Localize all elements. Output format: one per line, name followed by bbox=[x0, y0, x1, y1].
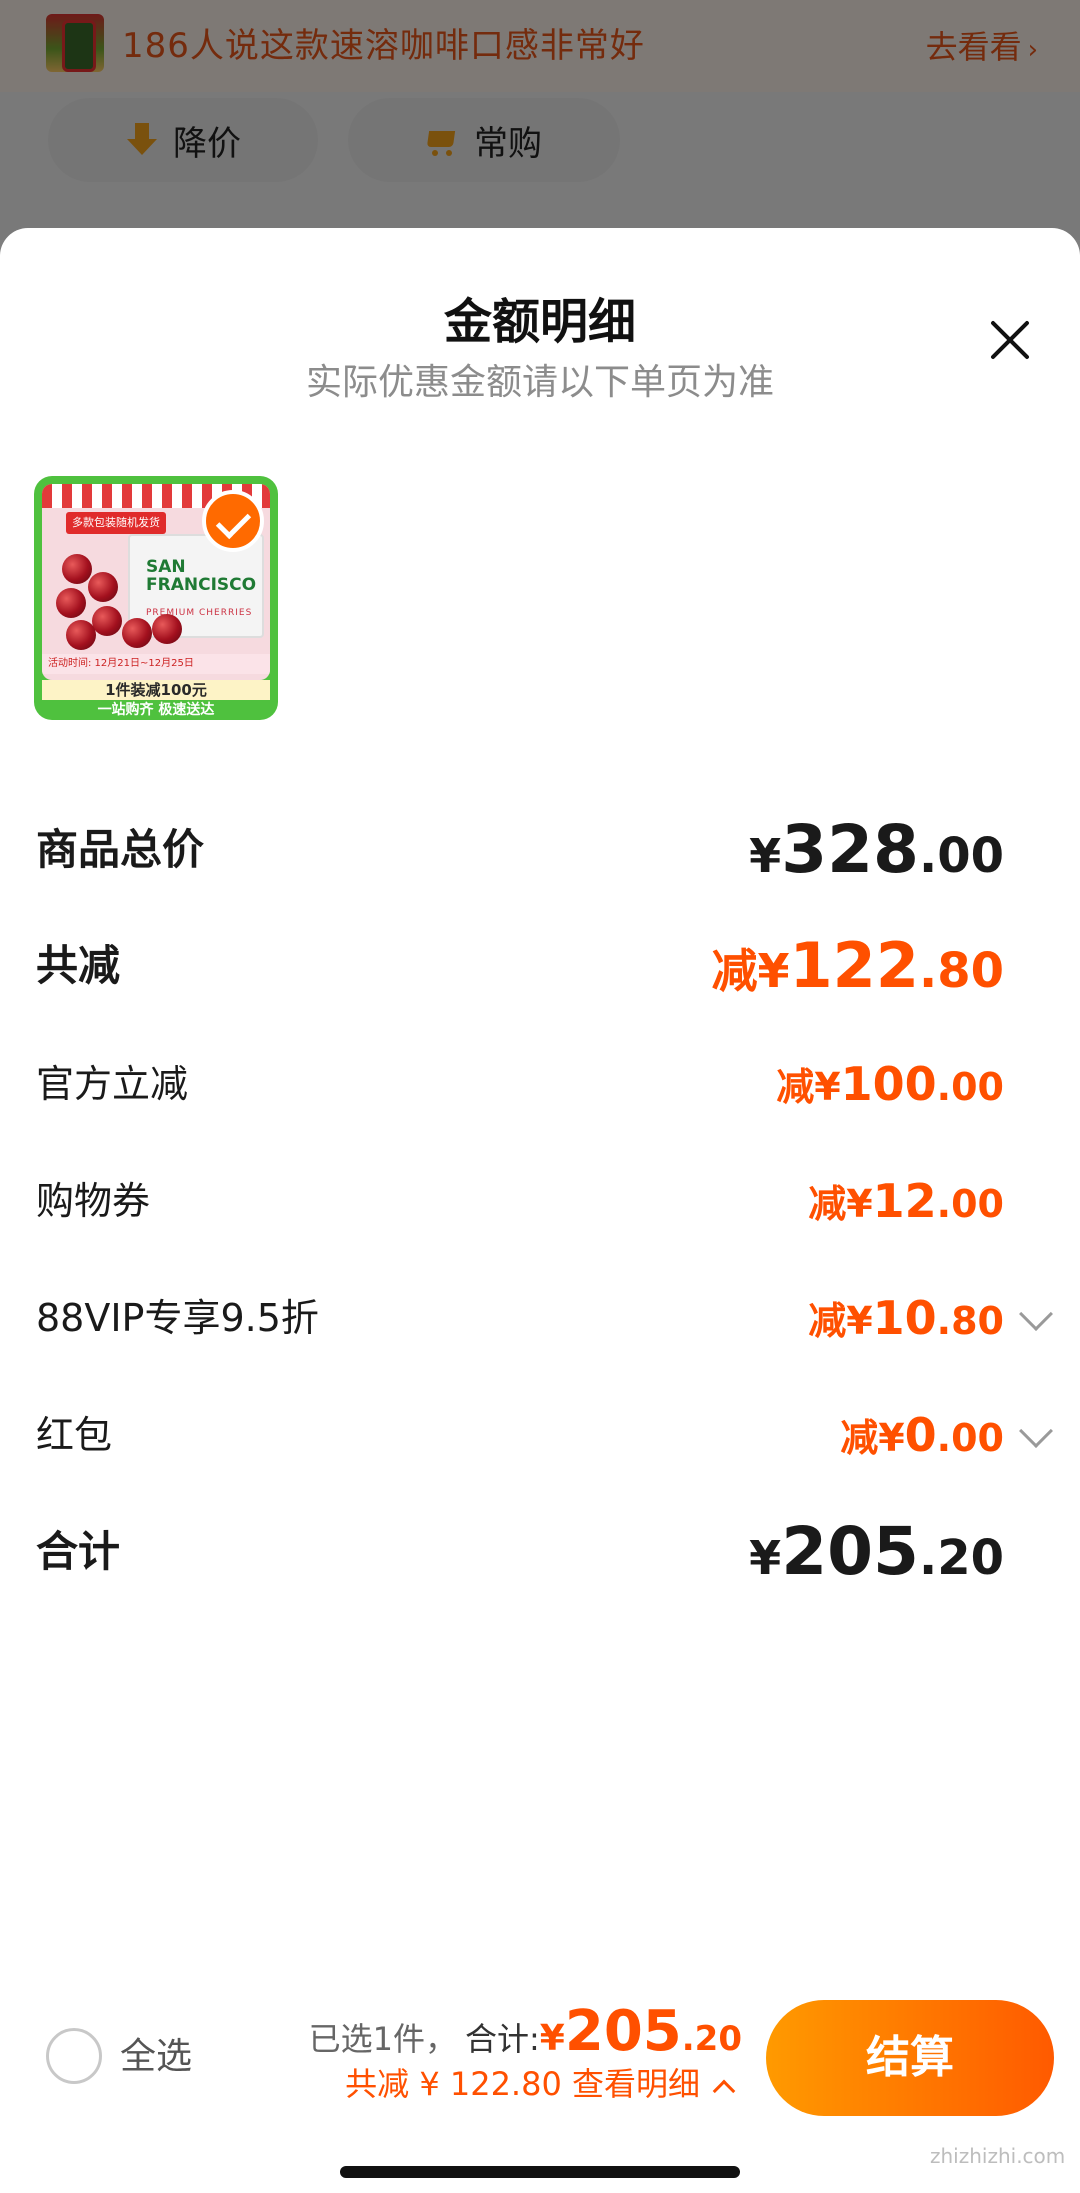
cherry-image bbox=[56, 588, 86, 618]
row-value: 减¥122.80 bbox=[711, 929, 1004, 1002]
row-value: 减¥0.00 bbox=[840, 1408, 1004, 1462]
checkout-button[interactable]: 结算 bbox=[766, 2000, 1054, 2116]
selected-count: 已选1件， bbox=[308, 2020, 457, 2058]
row-label: 共减 bbox=[36, 941, 121, 990]
row-value: 减¥100.00 bbox=[776, 1057, 1004, 1111]
select-all-label[interactable]: 全选 bbox=[120, 2030, 192, 2084]
row-label: 合计 bbox=[36, 1527, 121, 1576]
select-all-radio[interactable] bbox=[46, 2028, 102, 2084]
product-logo: SAN FRANCISCO bbox=[146, 557, 257, 595]
home-indicator bbox=[340, 2166, 740, 2178]
sheet-subtitle: 实际优惠金额请以下单页为准 bbox=[305, 362, 774, 403]
cherry-image bbox=[66, 620, 96, 650]
amount-detail-sheet: 金额明细 实际优惠金额请以下单页为准 多款包装随机发货 SAN FRANCISC… bbox=[0, 228, 1080, 2193]
row-label: 红包 bbox=[36, 1413, 113, 1457]
product-footer: 一站购齐 极速送达 bbox=[97, 702, 215, 718]
row-label: 商品总价 bbox=[36, 825, 205, 874]
total-amount: ¥205.20 bbox=[539, 1999, 742, 2064]
price-row-total: 合计 ¥205.20 bbox=[36, 1512, 1048, 1592]
row-value: 减¥12.00 bbox=[808, 1174, 1004, 1228]
price-row-red-packet[interactable]: 红包 减¥0.00 bbox=[36, 1395, 1053, 1475]
price-row-official-discount: 官方立减 减¥100.00 bbox=[36, 1044, 1048, 1124]
row-label: 88VIP专享9.5折 bbox=[36, 1296, 319, 1340]
price-row-subtotal: 商品总价 ¥328.00 bbox=[36, 810, 1048, 890]
row-value: ¥205.20 bbox=[749, 1513, 1004, 1590]
row-value: 减¥10.80 bbox=[808, 1291, 1004, 1345]
view-details-link[interactable]: 共减 ¥ 122.80 查看明细 bbox=[345, 2060, 736, 2108]
cherry-image bbox=[122, 618, 152, 648]
product-thumbnail[interactable]: 多款包装随机发货 SAN FRANCISCO PREMIUM CHERRIES … bbox=[34, 476, 278, 720]
cherry-image bbox=[62, 554, 92, 584]
chevron-down-icon[interactable] bbox=[1019, 1297, 1053, 1331]
price-row-coupon: 购物券 减¥12.00 bbox=[36, 1161, 1048, 1241]
product-date: 活动时间: 12月21日~12月25日 bbox=[42, 654, 270, 674]
price-row-total-discount: 共减 减¥122.80 bbox=[36, 926, 1048, 1006]
product-tag: 多款包装随机发货 bbox=[66, 512, 166, 534]
close-icon[interactable] bbox=[982, 312, 1038, 368]
chevron-down-icon[interactable] bbox=[1019, 1414, 1053, 1448]
price-row-88vip[interactable]: 88VIP专享9.5折 减¥10.80 bbox=[36, 1278, 1053, 1358]
product-promo: 1件装减100元 bbox=[42, 680, 270, 700]
watermark: zhizhizhi.com bbox=[930, 2144, 1066, 2168]
row-label: 官方立减 bbox=[36, 1062, 189, 1106]
sheet-title: 金额明细 bbox=[443, 294, 636, 350]
cherry-image bbox=[88, 572, 118, 602]
cherry-image bbox=[92, 606, 122, 636]
total-label: 合计: bbox=[465, 2020, 540, 2058]
saved-amount-text: 共减 ¥ 122.80 查看明细 bbox=[345, 2065, 700, 2103]
row-value: ¥328.00 bbox=[749, 811, 1004, 888]
cherry-image bbox=[152, 614, 182, 644]
checkmark-icon[interactable] bbox=[202, 490, 264, 552]
chevron-up-icon bbox=[712, 2079, 736, 2103]
row-label: 购物券 bbox=[36, 1179, 151, 1223]
